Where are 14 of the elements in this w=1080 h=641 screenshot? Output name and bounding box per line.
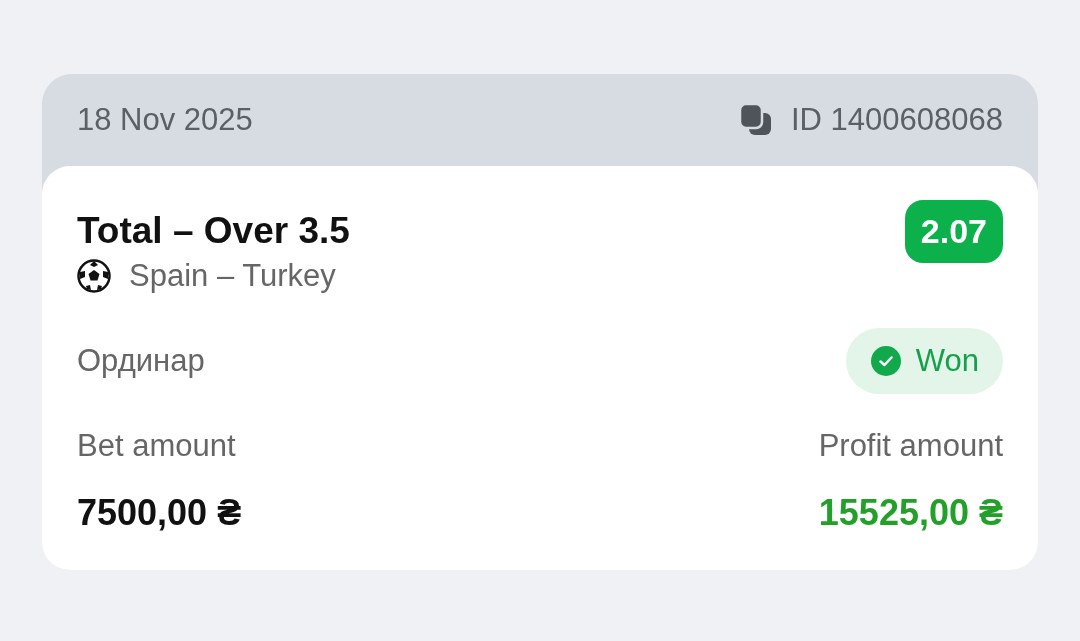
check-icon <box>869 345 902 377</box>
amount-value: 7500,00 ₴ <box>77 492 242 534</box>
bet-type: Ординар <box>77 343 205 379</box>
amount-label: Profit amount <box>818 428 1003 464</box>
bet-id: ID 1400608068 <box>790 102 1003 138</box>
amount-value: 15525,00 ₴ <box>818 492 1003 534</box>
bet-title: Total – Over 3.5 <box>77 210 350 252</box>
copy-icon[interactable] <box>738 103 773 137</box>
soccer-ball-icon <box>77 259 111 293</box>
match-name: Spain – Turkey <box>129 258 336 294</box>
odds-badge: 2.07 <box>904 200 1003 263</box>
status-label: Won <box>915 343 979 379</box>
bet-date: 18 Nov 2025 <box>77 102 253 138</box>
amount-label: Bet amount <box>77 428 237 464</box>
